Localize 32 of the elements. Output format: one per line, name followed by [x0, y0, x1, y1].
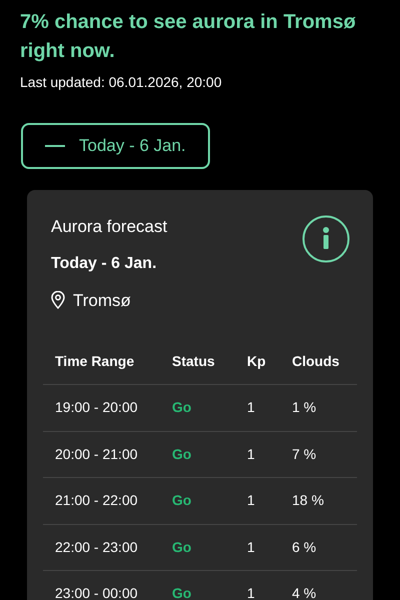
- status-cell: Go: [172, 538, 192, 555]
- time-range-cell: 22:00 - 23:00: [55, 538, 138, 555]
- column-header: Clouds: [292, 352, 340, 368]
- column-header: Kp: [247, 352, 266, 368]
- last-updated: Last updated: 06.01.2026, 20:00: [20, 73, 223, 92]
- day-toggle-button[interactable]: Today - 6 Jan.: [21, 123, 210, 169]
- status-cell: Go: [172, 446, 192, 462]
- clouds-cell: 6 %: [292, 538, 316, 555]
- clouds-cell: 18 %: [292, 492, 324, 508]
- status-cell: Go: [172, 585, 192, 600]
- time-range-cell: 23:00 - 00:00: [55, 585, 138, 600]
- kp-cell: 1: [247, 446, 255, 462]
- kp-cell: 1: [247, 399, 255, 416]
- card-title: Aurora forecast: [51, 216, 168, 238]
- headline: 7% chance to see aurora in Tromsø right now.: [20, 10, 357, 64]
- time-range-cell: 20:00 - 21:00: [55, 446, 138, 462]
- status-cell: Go: [172, 492, 192, 508]
- time-range-cell: 19:00 - 20:00: [55, 399, 138, 416]
- time-range-cell: 21:00 - 22:00: [55, 492, 138, 508]
- card-date: Today - 6 Jan.: [51, 254, 158, 274]
- location-name: Tromsø: [73, 290, 131, 312]
- clouds-cell: 1 %: [292, 399, 316, 416]
- location-pin-icon: [51, 291, 65, 310]
- info-icon[interactable]: [302, 215, 350, 263]
- column-header: Status: [172, 352, 215, 368]
- clouds-cell: 4 %: [292, 585, 316, 600]
- kp-cell: 1: [247, 538, 255, 555]
- kp-cell: 1: [247, 585, 255, 600]
- status-cell: Go: [172, 399, 192, 416]
- column-header: Time Range: [55, 352, 134, 368]
- kp-cell: 1: [247, 492, 255, 508]
- clouds-cell: 7 %: [292, 446, 316, 462]
